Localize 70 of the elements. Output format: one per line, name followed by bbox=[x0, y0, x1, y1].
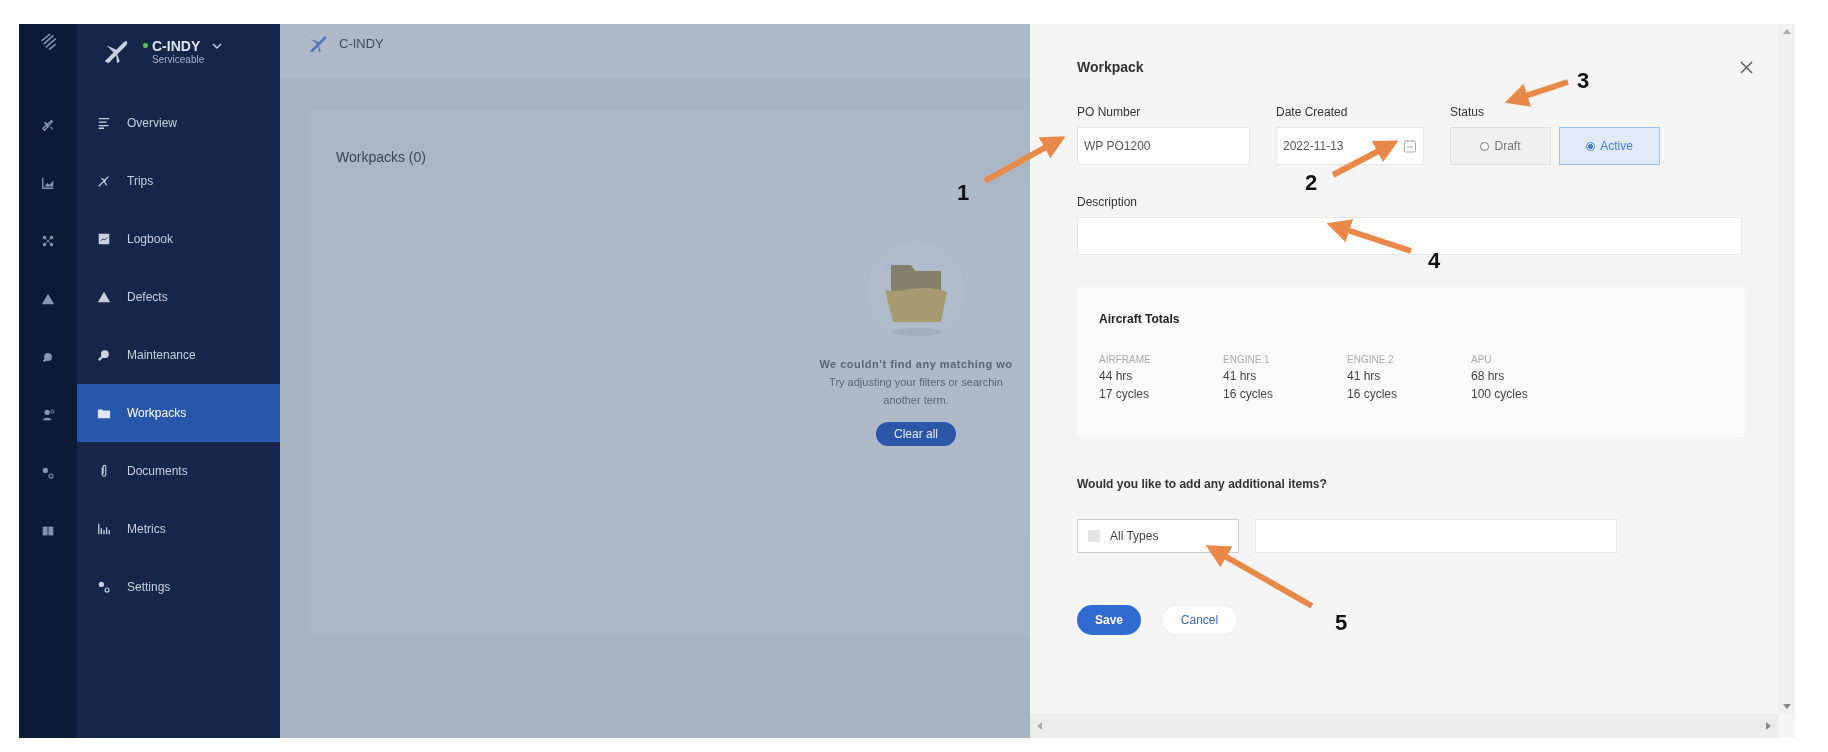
scroll-right-icon[interactable] bbox=[1766, 722, 1772, 730]
po-number-field[interactable]: WP PO1200 bbox=[1077, 127, 1250, 165]
empty-state-title: We couldn't find any matching wo bbox=[819, 358, 1013, 370]
nav-item[interactable]: Defects bbox=[77, 268, 280, 326]
aircraft-name[interactable]: C-INDY bbox=[152, 37, 201, 54]
chart-icon[interactable] bbox=[41, 176, 55, 190]
annotation-number: 1 bbox=[956, 180, 970, 205]
nav-item[interactable]: Maintenance bbox=[77, 326, 280, 384]
panel-title: Workpack bbox=[1077, 59, 1144, 75]
question-text: Would you like to add any additional items? bbox=[1077, 477, 1327, 491]
total-cycles: 17 cycles bbox=[1099, 387, 1151, 401]
nav-item[interactable]: Metrics bbox=[77, 500, 280, 558]
nav-item[interactable]: Overview bbox=[77, 94, 280, 152]
annotation-arrow bbox=[1504, 79, 1569, 107]
items-field[interactable] bbox=[1255, 519, 1617, 553]
total-hours: 44 hrs bbox=[1099, 369, 1134, 383]
total-label: AIRFRAME bbox=[1099, 354, 1152, 365]
warning-icon bbox=[97, 290, 111, 304]
scroll-down-icon[interactable] bbox=[1782, 704, 1791, 710]
total-hours: 41 hrs bbox=[1347, 369, 1382, 383]
save-button[interactable]: Save bbox=[1077, 605, 1141, 635]
card-title: Aircraft Totals bbox=[1099, 312, 1181, 326]
book-icon[interactable] bbox=[41, 524, 55, 538]
nav-item[interactable]: Documents bbox=[77, 442, 280, 500]
date-field[interactable]: 2022-11-13 bbox=[1276, 127, 1424, 165]
status-dot bbox=[143, 43, 148, 48]
nav-item[interactable]: Settings bbox=[77, 558, 280, 616]
annotation-number: 4 bbox=[1427, 248, 1441, 273]
warning-icon[interactable] bbox=[41, 292, 55, 306]
empty-state-text: Try adjusting your filters or searchin bbox=[829, 376, 1003, 388]
section-title: Workpacks (0) bbox=[336, 149, 427, 165]
settings-icon bbox=[97, 580, 111, 594]
annotation-number: 2 bbox=[1304, 170, 1318, 195]
total-cycles: 100 cycles bbox=[1471, 387, 1529, 401]
empty-state-text: another term. bbox=[883, 394, 949, 406]
aircraft-status: Serviceable bbox=[152, 53, 206, 65]
field-label: Status bbox=[1450, 105, 1485, 119]
nav-item[interactable]: Logbook bbox=[77, 210, 280, 268]
total-hours: 68 hrs bbox=[1471, 369, 1506, 383]
clear-all-button[interactable]: Clear all bbox=[876, 422, 956, 446]
user-icon[interactable] bbox=[41, 408, 55, 422]
chevron-down-icon[interactable] bbox=[212, 42, 223, 49]
aircraft-title: C-INDY bbox=[339, 36, 384, 51]
close-icon[interactable] bbox=[1740, 60, 1753, 74]
nodes-icon[interactable] bbox=[41, 234, 55, 248]
nav-item[interactable]: Workpacks bbox=[77, 384, 280, 442]
total-label: ENGINE 1 bbox=[1223, 354, 1271, 365]
total-label: APU bbox=[1471, 354, 1493, 365]
description-field[interactable] bbox=[1077, 217, 1742, 255]
vertical-scrollbar[interactable] bbox=[1778, 24, 1795, 714]
bar-chart-icon bbox=[97, 522, 111, 536]
status-option[interactable]: Draft bbox=[1450, 127, 1551, 165]
field-label: PO Number bbox=[1077, 105, 1141, 119]
nav-item[interactable]: Trips bbox=[77, 152, 280, 210]
plane-icon bbox=[97, 174, 111, 188]
total-label: ENGINE 2 bbox=[1347, 354, 1395, 365]
book-icon bbox=[97, 232, 111, 246]
field-label: Date Created bbox=[1276, 105, 1348, 119]
field-label: Description bbox=[1077, 195, 1138, 209]
plane-icon[interactable] bbox=[41, 118, 55, 132]
annotation-number: 5 bbox=[1334, 610, 1348, 635]
total-hours: 41 hrs bbox=[1223, 369, 1258, 383]
horizontal-scrollbar[interactable] bbox=[1030, 714, 1778, 738]
total-cycles: 16 cycles bbox=[1223, 387, 1275, 401]
type-select[interactable]: All Types bbox=[1077, 519, 1239, 553]
gears-icon[interactable] bbox=[41, 466, 55, 480]
total-cycles: 16 cycles bbox=[1347, 387, 1399, 401]
cancel-button[interactable]: Cancel bbox=[1161, 605, 1238, 635]
annotation-number: 3 bbox=[1576, 68, 1590, 93]
list-icon bbox=[97, 116, 111, 130]
